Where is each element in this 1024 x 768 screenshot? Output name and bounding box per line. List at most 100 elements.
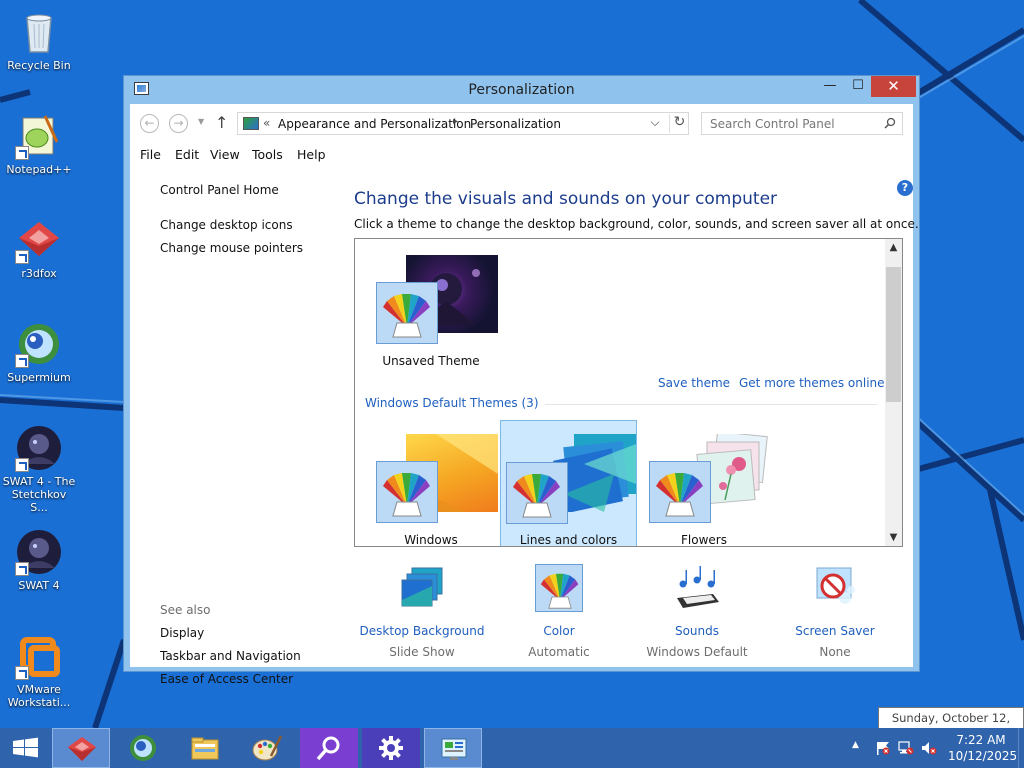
address-dropdown-chevron-icon[interactable]: ⌵ <box>646 115 664 130</box>
settings-icon <box>379 736 403 760</box>
network-icon[interactable] <box>898 741 914 755</box>
theme-name: Unsaved Theme <box>382 354 480 368</box>
address-bar[interactable]: « Appearance and Personalization ▸ Perso… <box>237 112 689 135</box>
desktop-icon-label: Recycle Bin <box>7 59 71 72</box>
taskbar-r3dfox[interactable] <box>52 728 110 768</box>
color-setting[interactable]: Color Automatic <box>489 564 629 659</box>
theme-list: Unsaved Theme Save theme Get more themes… <box>354 238 903 547</box>
window-body: ← → ▼ ↑ « Appearance and Personalization… <box>130 104 919 686</box>
forward-button[interactable]: → <box>169 114 188 133</box>
menu-edit[interactable]: Edit <box>175 147 199 162</box>
shortcut-arrow-icon <box>15 146 29 160</box>
theme-name: Lines and colors <box>519 533 618 547</box>
taskbar-paint[interactable] <box>238 728 296 768</box>
clock-time[interactable]: 7:22 AM <box>948 733 1014 747</box>
shortcut-arrow-icon <box>15 562 29 576</box>
search-icon[interactable] <box>884 117 896 129</box>
supermium-icon <box>15 320 63 368</box>
menu-help[interactable]: Help <box>297 147 326 162</box>
screen-saver-icon <box>811 564 859 612</box>
refresh-icon[interactable]: ↻ <box>669 114 689 133</box>
minimize-button[interactable]: — <box>816 76 844 97</box>
date-tooltip: Sunday, October 12, 2025 <box>878 707 1024 745</box>
taskbar-file-explorer[interactable] <box>176 728 234 768</box>
desktop-icon-swat4-stetchkov[interactable]: SWAT 4 - The Stetchkov S... <box>0 424 78 514</box>
setting-value: Windows Default <box>646 645 748 659</box>
theme-list-scrollbar[interactable]: ▲ ▼ <box>885 239 902 546</box>
theme-color-palette-icon <box>376 461 438 523</box>
show-desktop-button[interactable] <box>1018 728 1024 768</box>
menu-file[interactable]: File <box>140 147 161 162</box>
screen-saver-setting[interactable]: Screen Saver None <box>765 564 905 659</box>
menu-tools[interactable]: Tools <box>252 147 283 162</box>
desktop-icon-label: Notepad++ <box>6 163 72 176</box>
back-button[interactable]: ← <box>140 114 159 133</box>
change-mouse-pointers-link[interactable]: Change mouse pointers <box>160 241 303 255</box>
search-input[interactable]: Search Control Panel <box>701 112 903 135</box>
ease-of-access-center-link[interactable]: Ease of Access Center <box>160 672 293 686</box>
scroll-thumb[interactable] <box>886 267 901 402</box>
taskbar-and-navigation-link[interactable]: Taskbar and Navigation <box>160 649 301 663</box>
setting-label[interactable]: Screen Saver <box>765 624 905 638</box>
desktop-icon-recycle-bin[interactable]: Recycle Bin <box>0 8 78 72</box>
maximize-button[interactable]: ☐ <box>844 76 872 97</box>
close-button[interactable]: ✕ <box>871 76 916 97</box>
volume-muted-icon[interactable] <box>921 741 937 755</box>
content-area: Control Panel Home Change desktop icons … <box>130 166 919 686</box>
desktop-icon-supermium[interactable]: Supermium <box>0 320 78 384</box>
display-link[interactable]: Display <box>160 626 204 640</box>
taskbar: ▲ 7:22 AM 10/12/2025 <box>0 728 1024 768</box>
search-app-icon <box>316 736 340 761</box>
sounds-setting[interactable]: Sounds Windows Default <box>627 564 767 659</box>
desktop-icon-vmware[interactable]: VMware Workstati... <box>0 632 78 709</box>
sounds-icon <box>673 564 721 612</box>
help-icon[interactable]: ? <box>897 180 913 196</box>
see-also-heading: See also <box>160 603 211 617</box>
taskbar-settings[interactable] <box>362 728 420 768</box>
desktop-icon-label: Supermium <box>7 371 71 384</box>
desktop-icon-r3dfox[interactable]: r3dfox <box>0 216 78 280</box>
start-button[interactable] <box>0 728 52 768</box>
breadcrumb-personalization[interactable]: Personalization <box>470 117 561 131</box>
scroll-up-arrow-icon[interactable]: ▲ <box>885 239 902 256</box>
clock-date[interactable]: 10/12/2025 <box>948 749 1017 763</box>
shortcut-arrow-icon <box>15 458 29 472</box>
color-icon <box>535 564 583 612</box>
shortcut-arrow-icon <box>15 250 29 264</box>
breadcrumb-separator[interactable]: ▸ <box>453 116 458 127</box>
r3dfox-icon <box>15 216 63 264</box>
setting-label[interactable]: Sounds <box>627 624 767 638</box>
taskbar-search-app[interactable] <box>300 728 358 768</box>
recycle-bin-icon <box>15 8 63 56</box>
up-button[interactable]: ↑ <box>215 113 228 132</box>
address-overflow-chevron[interactable]: « <box>263 116 270 130</box>
taskbar-control-panel[interactable] <box>424 728 482 768</box>
menu-view[interactable]: View <box>210 147 240 162</box>
theme-color-palette-icon <box>649 461 711 523</box>
desktop-icon-label: VMware Workstati... <box>7 683 71 709</box>
get-more-themes-online-link[interactable]: Get more themes online <box>739 376 885 390</box>
theme-flowers[interactable]: Flowers <box>636 426 772 546</box>
desktop-icon-swat4[interactable]: SWAT 4 <box>0 528 78 592</box>
theme-unsaved[interactable]: Unsaved Theme <box>363 247 499 373</box>
shortcut-arrow-icon <box>15 354 29 368</box>
theme-lines-and-colors[interactable]: Lines and colors <box>500 420 637 547</box>
setting-label[interactable]: Color <box>489 624 629 638</box>
title-bar[interactable]: Personalization — ☐ ✕ <box>124 76 919 104</box>
recent-locations-dropdown[interactable]: ▼ <box>198 117 204 126</box>
taskbar-supermium[interactable] <box>114 728 172 768</box>
control-panel-home-link[interactable]: Control Panel Home <box>160 183 279 197</box>
save-theme-link[interactable]: Save theme <box>658 376 730 390</box>
theme-windows[interactable]: Windows <box>363 426 499 546</box>
setting-label[interactable]: Desktop Background <box>352 624 492 638</box>
show-hidden-icons-chevron-icon[interactable]: ▲ <box>852 740 859 750</box>
change-desktop-icons-link[interactable]: Change desktop icons <box>160 218 293 232</box>
search-placeholder: Search Control Panel <box>710 117 835 131</box>
control-panel-icon <box>243 117 259 130</box>
scroll-down-arrow-icon[interactable]: ▼ <box>885 529 902 546</box>
desktop-background-setting[interactable]: Desktop Background Slide Show <box>352 564 492 659</box>
action-center-flag-icon[interactable] <box>875 741 891 755</box>
setting-value: Slide Show <box>389 645 455 659</box>
desktop-icon-notepad-plus-plus[interactable]: Notepad++ <box>0 112 78 176</box>
breadcrumb-appearance-and-personalization[interactable]: Appearance and Personalization <box>278 117 471 131</box>
